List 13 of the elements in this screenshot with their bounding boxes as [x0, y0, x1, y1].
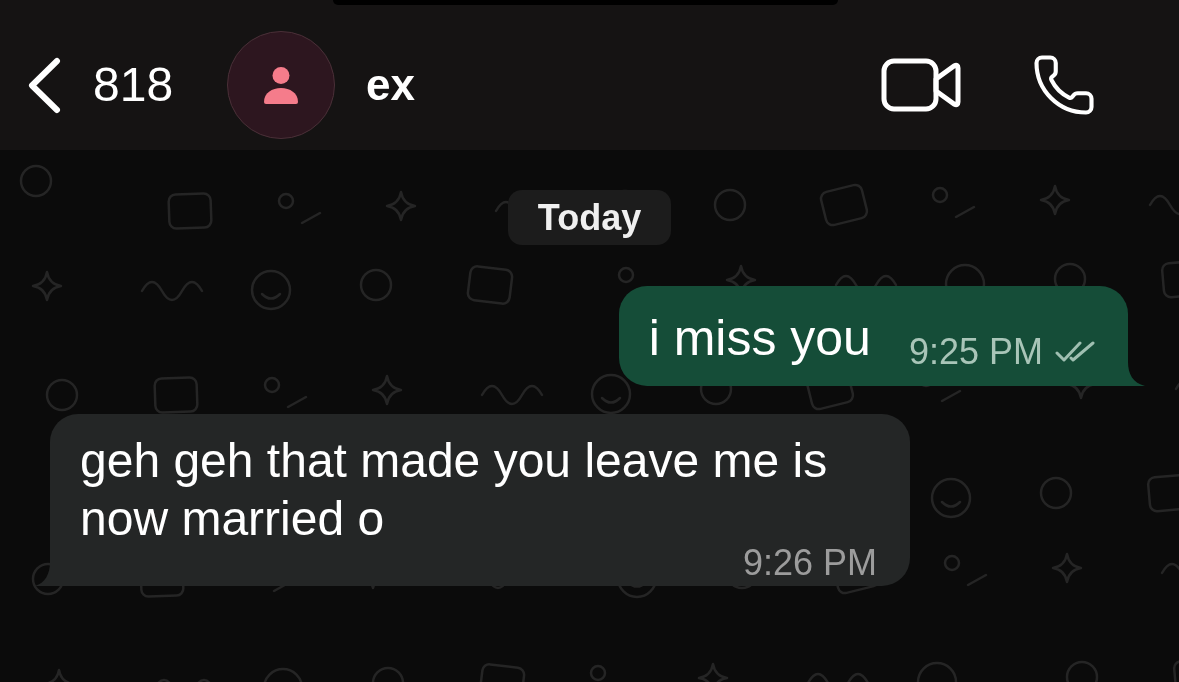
chevron-left-icon — [28, 56, 61, 114]
message-time: 9:25 PM — [908, 332, 1043, 372]
back-button[interactable]: 818 — [28, 56, 174, 114]
phone-icon[interactable] — [1031, 52, 1097, 118]
contact-name[interactable]: ex — [366, 59, 416, 111]
message-text: geh geh that made you leave me is now married o — [80, 433, 829, 547]
date-divider: Today — [507, 190, 672, 245]
person-avatar-icon[interactable] — [227, 31, 336, 139]
video-camera-icon[interactable] — [881, 58, 961, 112]
message-time: 9:26 PM — [742, 548, 877, 578]
outgoing-message-bubble[interactable]: i miss you 9:25 PM — [618, 286, 1128, 386]
incoming-message-bubble[interactable]: geh geh that made you leave me is now married o 9:26 PM — [50, 414, 910, 586]
message-text: i miss you — [648, 309, 871, 367]
